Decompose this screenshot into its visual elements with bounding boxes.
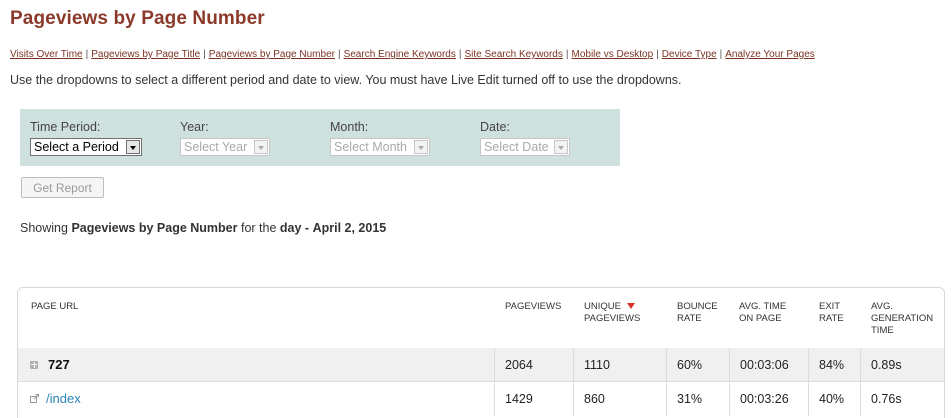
sort-desc-icon xyxy=(626,303,635,309)
col-header-avgtime-line1: AVG. TIME xyxy=(739,301,787,312)
col-header-page-url[interactable]: PAGE URL xyxy=(31,301,78,313)
col-header-gen-line2: GENERATION xyxy=(871,313,934,324)
date-select[interactable]: Select Date xyxy=(480,138,570,156)
table-row: /index 1429 860 31% 00:03:26 40% 0.76s xyxy=(18,382,944,416)
nav-separator: | xyxy=(719,49,723,60)
page-cell: 727 xyxy=(18,348,70,382)
table-header: PAGE URL PAGEVIEWS UNIQUE PAGEVIEWS BOUN… xyxy=(18,288,944,348)
page-title: Pageviews by Page Number xyxy=(10,8,265,29)
time-period-value: Select a Period xyxy=(34,140,119,154)
year-select[interactable]: Select Year xyxy=(180,138,270,156)
page-number: 727 xyxy=(48,357,70,372)
nav-link-site-search-keywords[interactable]: Site Search Keywords xyxy=(464,49,562,60)
exit-rate-cell: 84% xyxy=(808,348,844,382)
avg-gen-time-cell: 0.89s xyxy=(860,348,902,382)
col-header-exit-rate[interactable]: EXIT RATE xyxy=(819,301,844,325)
time-period-filter: Time Period: Select a Period xyxy=(30,120,142,156)
report-table: PAGE URL PAGEVIEWS UNIQUE PAGEVIEWS BOUN… xyxy=(17,287,945,418)
date-filter: Date: Select Date xyxy=(480,120,570,156)
instructions-text: Use the dropdowns to select a different … xyxy=(10,73,682,87)
showing-period: day xyxy=(279,221,302,235)
col-header-unique-line1: UNIQUE xyxy=(584,301,621,312)
avg-time-cell: 00:03:06 xyxy=(729,348,789,382)
bounce-rate-cell: 31% xyxy=(666,382,702,416)
col-header-bounce-line1: BOUNCE xyxy=(677,301,718,312)
date-label: Date: xyxy=(480,120,510,134)
col-header-pageviews[interactable]: PAGEVIEWS xyxy=(505,301,561,313)
col-header-unique-pageviews[interactable]: UNIQUE PAGEVIEWS xyxy=(584,301,640,325)
month-value: Select Month xyxy=(334,140,407,154)
showing-date: April 2, 2015 xyxy=(312,221,387,235)
nav-link-analyze-your-pages[interactable]: Analyze Your Pages xyxy=(725,49,815,60)
nav-link-visits-over-time[interactable]: Visits Over Time xyxy=(10,49,83,60)
expand-icon[interactable] xyxy=(30,360,38,369)
nav-link-search-engine-keywords[interactable]: Search Engine Keywords xyxy=(344,49,456,60)
year-filter: Year: Select Year xyxy=(180,120,270,156)
chevron-down-icon xyxy=(554,140,568,154)
exit-rate-cell: 40% xyxy=(808,382,844,416)
nav-separator: | xyxy=(85,49,89,60)
date-value: Select Date xyxy=(484,140,549,154)
month-label: Month: xyxy=(330,120,369,134)
showing-report-name: Pageviews by Page Number xyxy=(71,221,238,235)
showing-middle: for the xyxy=(240,221,277,235)
unique-pageviews-cell: 1110 xyxy=(573,348,610,382)
pageviews-cell: 1429 xyxy=(494,382,533,416)
col-header-avg-time-on-page[interactable]: AVG. TIME ON PAGE xyxy=(739,301,786,325)
chevron-down-icon xyxy=(126,140,140,154)
time-period-select[interactable]: Select a Period xyxy=(30,138,142,156)
month-select[interactable]: Select Month xyxy=(330,138,430,156)
table-row: 727 2064 1110 60% 00:03:06 84% 0.89s xyxy=(18,348,944,382)
col-header-gen-line3: TIME xyxy=(871,325,894,336)
month-filter: Month: Select Month xyxy=(330,120,430,156)
bounce-rate-cell: 60% xyxy=(666,348,702,382)
avg-time-cell: 00:03:26 xyxy=(729,382,789,416)
nav-link-device-type[interactable]: Device Type xyxy=(662,49,717,60)
col-header-exit-line1: EXIT xyxy=(819,301,841,312)
nav-link-pageviews-by-page-number[interactable]: Pageviews by Page Number xyxy=(209,49,335,60)
page-url-link[interactable]: /index xyxy=(46,391,81,406)
col-header-avg-generation-time[interactable]: AVG. GENERATION TIME xyxy=(871,301,933,337)
nav-separator: | xyxy=(656,49,659,60)
year-label: Year: xyxy=(180,120,209,134)
nav-separator: | xyxy=(337,49,341,60)
year-value: Select Year xyxy=(184,140,248,154)
col-header-exit-line2: RATE xyxy=(819,313,844,324)
pageviews-cell: 2064 xyxy=(494,348,533,382)
nav-link-mobile-vs-desktop[interactable]: Mobile vs Desktop xyxy=(571,49,653,60)
avg-gen-time-cell: 0.76s xyxy=(860,382,902,416)
report-nav: Visits Over Time | Pageviews by Page Title… xyxy=(10,49,815,60)
showing-prefix: Showing xyxy=(20,221,68,235)
get-report-button[interactable]: Get Report xyxy=(21,177,104,198)
col-header-bounce-line2: RATE xyxy=(677,313,702,324)
col-header-unique-line2: PAGEVIEWS xyxy=(584,313,641,324)
page-cell: /index xyxy=(18,382,81,416)
nav-separator: | xyxy=(203,49,206,60)
col-header-bounce-rate[interactable]: BOUNCE RATE xyxy=(677,301,718,325)
time-period-label: Time Period: xyxy=(30,120,101,134)
chevron-down-icon xyxy=(414,140,428,154)
unique-pageviews-cell: 860 xyxy=(573,382,605,416)
chevron-down-icon xyxy=(254,140,268,154)
col-header-gen-line1: AVG. xyxy=(871,301,893,312)
col-header-page-url-label: PAGE URL xyxy=(31,301,79,312)
external-link-icon[interactable] xyxy=(30,393,39,403)
nav-link-pageviews-by-page-title[interactable]: Pageviews by Page Title xyxy=(91,49,200,60)
col-header-pageviews-label: PAGEVIEWS xyxy=(505,301,562,312)
col-header-avgtime-line2: ON PAGE xyxy=(739,313,782,324)
showing-summary: Showing Pageviews by Page Number for the… xyxy=(20,221,386,235)
filter-panel: Time Period: Select a Period Year: Selec… xyxy=(20,109,620,166)
showing-dash: - xyxy=(304,221,310,235)
